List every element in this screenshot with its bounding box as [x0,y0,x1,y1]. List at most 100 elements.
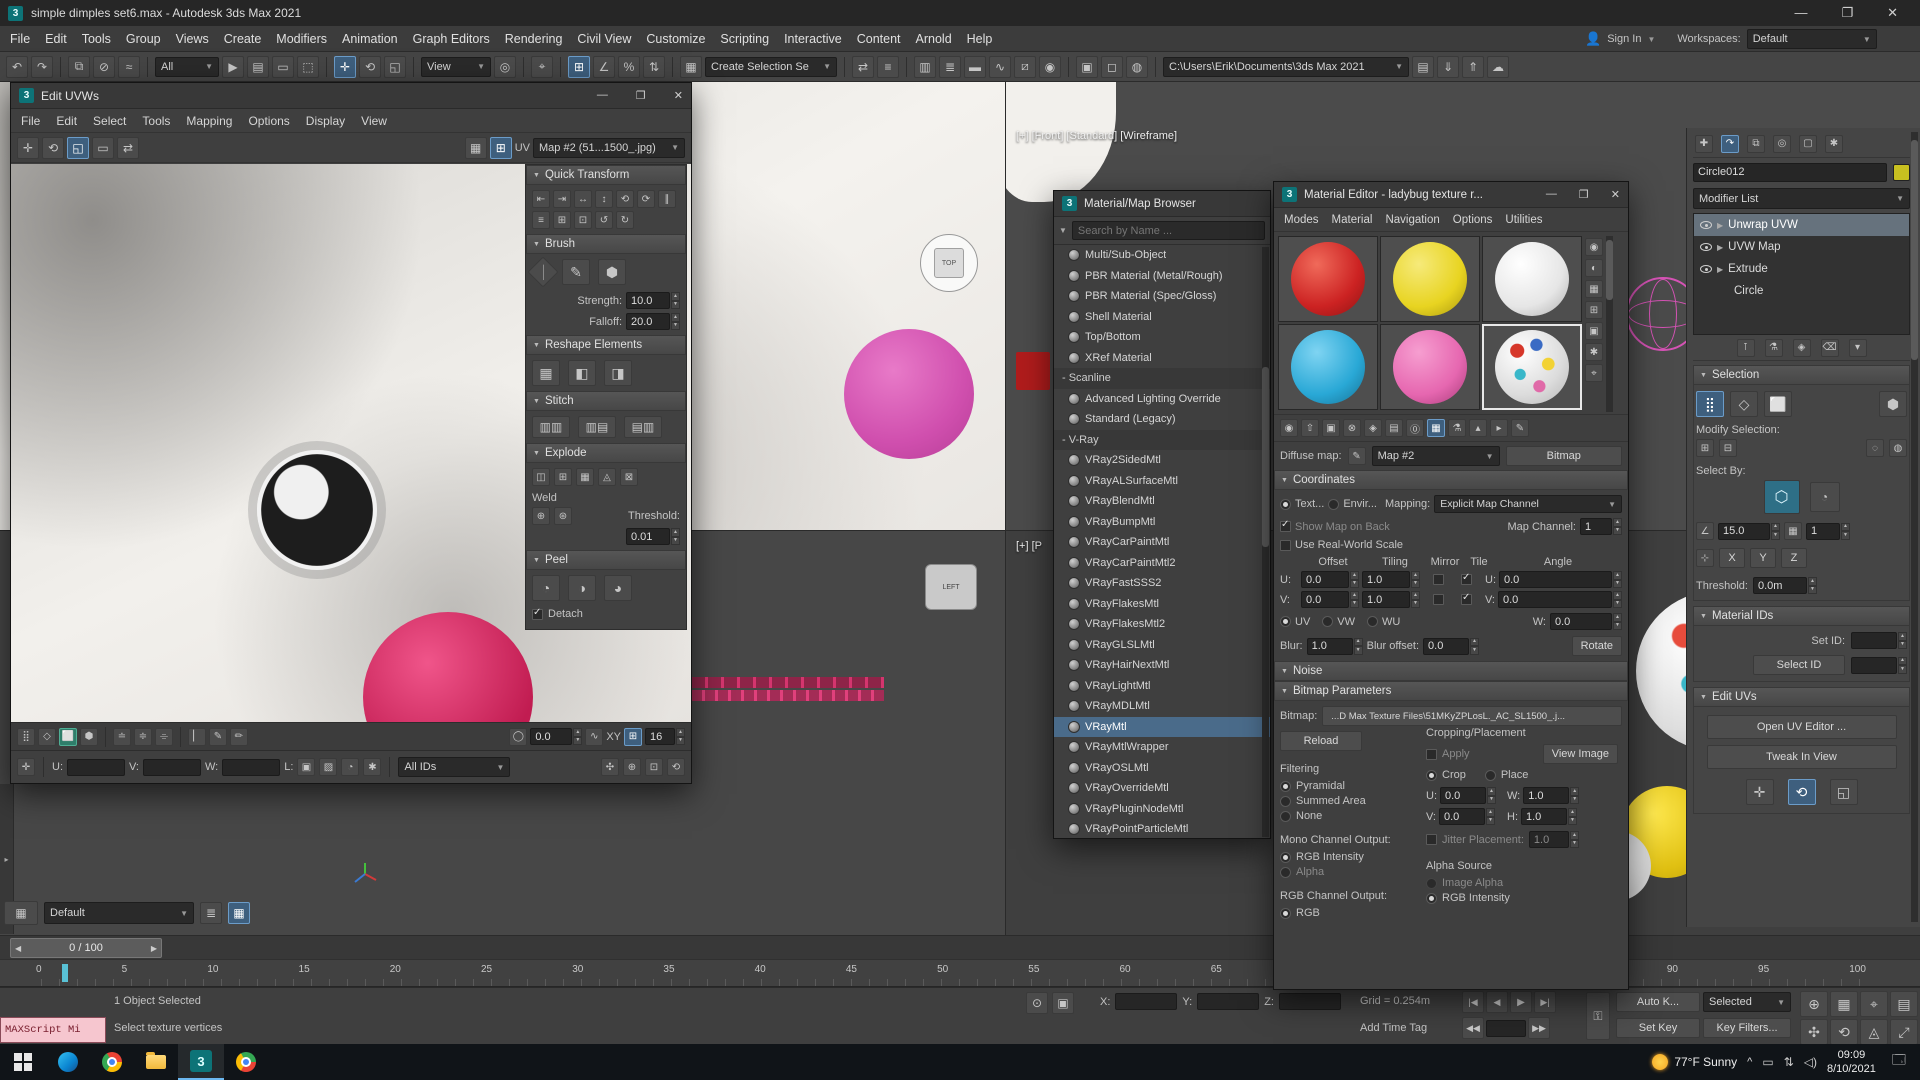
close-icon[interactable]: ✕ [1887,5,1898,21]
modifier-stack-row[interactable]: ▶ Extrude [1694,258,1909,280]
quick-transform-header[interactable]: Quick Transform [526,165,686,185]
uv-mirror-icon[interactable]: ⇄ [117,137,139,159]
menu-item[interactable]: Create [224,32,262,46]
panel-scrollbar[interactable] [1911,132,1918,922]
spinner-snap-icon[interactable]: ⇅ [643,56,665,78]
break-icon[interactable]: ◬ [598,468,616,486]
timeline-ruler[interactable]: 0510152025303540455055606570758085909510… [0,959,1920,987]
rectangular-selection-region-icon[interactable]: ▭ [272,56,294,78]
lock-icon[interactable]: ▣ [297,758,315,776]
space-vertical-icon[interactable]: ↕ [595,190,613,208]
percent-snap-icon[interactable]: % [618,56,640,78]
expand-icon[interactable]: ▶ [1717,243,1723,252]
uv-transform-scale-icon[interactable]: ◱ [1830,779,1858,805]
v-field[interactable] [143,759,201,776]
jitter-checkbox[interactable] [1426,834,1437,845]
linear-align-icon[interactable]: ≡ [532,211,550,229]
align-to-edge-icon[interactable]: ∥ [658,190,676,208]
ring-selection-icon[interactable]: ◍ [1889,439,1907,457]
viewport-label-front[interactable]: [+] [Front] [Standard] [Wireframe] [1016,130,1177,142]
face-mode-icon[interactable]: ⬜ [59,728,77,746]
pan-hand-icon[interactable]: ✣ [601,758,619,776]
relax-brush-icon[interactable]: ⬢ [598,259,626,285]
project-folder-dropdown[interactable]: C:\Users\Erik\Documents\3ds Max 2021▼ [1163,57,1409,77]
threshold-field[interactable]: 0.0m [1753,577,1807,594]
menu-item[interactable]: Group [126,32,161,46]
x-coordinate-field[interactable] [1115,993,1177,1010]
viewcube-top-face[interactable]: TOP [934,248,964,278]
maximize-icon[interactable]: ❐ [1841,5,1853,21]
jitter-field[interactable]: 1.0 [1529,831,1569,848]
material-list-item[interactable]: VRayBumpMtl [1054,512,1270,533]
bitmap-path-button[interactable]: ...D Max Texture Files\51MKyZPLosL._AC_S… [1322,706,1622,726]
menu-item[interactable]: File [21,114,40,128]
close-icon[interactable]: ✕ [1611,188,1620,201]
angle-snap-icon[interactable]: ∠ [593,56,615,78]
visibility-eye-icon[interactable] [1700,243,1712,251]
vw-radio[interactable] [1322,616,1333,627]
select-object-icon[interactable]: ▶ [222,56,244,78]
align-to-grid-icon[interactable]: ⊹ [1696,549,1714,567]
sign-in-button[interactable]: Sign In [1607,33,1641,45]
motion-tab-icon[interactable]: ◎ [1773,135,1791,153]
material-list-item[interactable]: - Scanline [1054,368,1270,389]
material-list-item[interactable]: VRayCarPaintMtl2 [1054,553,1270,574]
material-list-item[interactable]: VRayPluginNodeMtl [1054,799,1270,820]
rotate-90cw-icon[interactable]: ↻ [616,211,634,229]
crop-radio[interactable] [1426,770,1437,781]
u-field[interactable] [67,759,125,776]
undo-icon[interactable]: ↶ [6,56,28,78]
v-offset-field[interactable]: 0.0 [1301,591,1349,608]
viewport-label-persp[interactable]: [+] [P [1016,540,1042,552]
menu-item[interactable]: Tools [82,32,111,46]
uv-move-icon[interactable]: ✛ [17,137,39,159]
coordinates-rollout-header[interactable]: Coordinates [1274,470,1628,490]
v-tile-checkbox[interactable] [1461,594,1472,605]
material-list-item[interactable]: XRef Material [1054,348,1270,369]
select-by-material-icon[interactable]: ⌖ [1585,364,1603,382]
flatten-by-smoothing-icon[interactable]: ⊞ [554,468,572,486]
align-horizontal-icon[interactable]: ⇤ [532,190,550,208]
edit-uvs-rollout-header[interactable]: Edit UVs [1693,687,1910,707]
modifier-stack-row[interactable]: ▶ Unwrap UVW [1694,214,1909,236]
layout-flyout-icon[interactable]: ▸ [4,855,8,864]
strength-field[interactable]: 10.0 [626,292,670,309]
relax-tool-icon[interactable]: ▦ [532,360,560,386]
hide-icon[interactable]: ▨ [319,758,337,776]
uv-transform-rotate-icon[interactable]: ⟲ [1788,779,1816,805]
menu-item[interactable]: Tools [142,114,170,128]
material-list-item[interactable]: VRayALSurfaceMtl [1054,471,1270,492]
video-color-check-icon[interactable]: ▣ [1585,322,1603,340]
uv-rotate-icon[interactable]: ⟲ [42,137,64,159]
select-element-icon[interactable]: ⬢ [80,728,98,746]
blur-field[interactable]: 1.0 [1307,638,1353,655]
menu-item[interactable]: Edit [45,32,67,46]
material-list-item[interactable]: VRayFastSSS2 [1054,573,1270,594]
material-list-item[interactable]: VRayMDLMtl [1054,696,1270,717]
all-ids-dropdown[interactable]: All IDs▼ [398,757,510,777]
selected-dropdown[interactable]: Selected▼ [1703,992,1791,1012]
forward-icon[interactable]: ▶▶ [1528,1017,1550,1039]
viewport-layout-icon[interactable]: ▦ [4,901,38,925]
zoom-extents-all-icon[interactable]: ▤ [1890,991,1918,1017]
menu-item[interactable]: Graph Editors [413,32,490,46]
material-list-item[interactable]: Shell Material [1054,307,1270,328]
material-list-item[interactable]: VRayBlendMtl [1054,491,1270,512]
next-frame-button-icon[interactable]: ▶| [1534,991,1556,1013]
menu-item[interactable]: Edit [56,114,77,128]
maximize-icon[interactable]: ❐ [636,89,646,102]
minimize-icon[interactable]: — [597,89,608,102]
toggle-layer-explorer-icon[interactable]: ≣ [939,56,961,78]
visibility-eye-icon[interactable] [1700,265,1712,273]
polygon-selection-icon[interactable]: ⬜ [1764,391,1792,417]
material-list-item[interactable]: VRayFlakesMtl2 [1054,614,1270,635]
viewcube[interactable]: TOP [920,234,978,292]
hierarchy-tab-icon[interactable]: ⧉ [1747,135,1765,153]
go-to-start-icon[interactable]: |◀ [1462,991,1484,1013]
select-by-name-icon[interactable]: ▤ [247,56,269,78]
select-by-smoothing-icon[interactable]: ◔ [1810,482,1840,512]
zoom-extents-tool-icon[interactable]: ⟲ [667,758,685,776]
noise-rollout-header[interactable]: Noise [1274,661,1628,681]
material-list-item[interactable]: VRayCarPaintMtl [1054,532,1270,553]
image-alpha-radio[interactable] [1426,878,1437,889]
